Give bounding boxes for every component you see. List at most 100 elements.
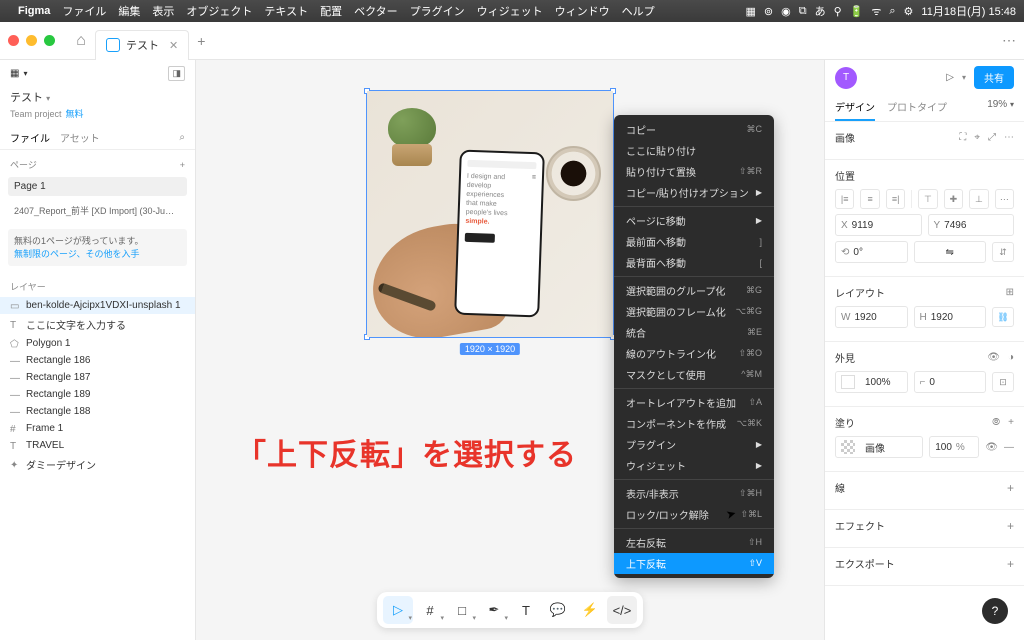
layer-item[interactable]: #Frame 1 bbox=[0, 420, 195, 437]
status-wifi-icon[interactable]: ᯤ bbox=[871, 4, 881, 19]
status-clock[interactable]: 11月18日(月) 15:48 bbox=[921, 3, 1016, 19]
style-icon[interactable]: ⦾ bbox=[992, 417, 1000, 428]
zoom-window-icon[interactable] bbox=[44, 35, 55, 46]
menu-arrange[interactable]: 配置 bbox=[320, 3, 342, 19]
fill-opacity[interactable]: 100% bbox=[929, 436, 979, 458]
file-menu-icon[interactable]: ▦ ▾ bbox=[10, 68, 27, 79]
actions-tool[interactable]: ⚡ bbox=[575, 596, 605, 624]
context-menu-item[interactable]: 最背面へ移動[ bbox=[614, 252, 774, 273]
panel-toggle-icon[interactable]: ◨ bbox=[168, 66, 185, 81]
file-tab[interactable]: テスト ✕ bbox=[95, 30, 189, 60]
minimize-window-icon[interactable] bbox=[26, 35, 37, 46]
fill-visibility-icon[interactable]: 👁 bbox=[985, 442, 998, 453]
layer-item[interactable]: ▭ben-kolde-Ajcipx1VDXI-unsplash 1 bbox=[0, 297, 195, 314]
present-dropdown[interactable]: ▾ bbox=[962, 73, 966, 82]
tab-design[interactable]: デザイン bbox=[835, 99, 875, 121]
menu-file[interactable]: ファイル bbox=[62, 3, 106, 19]
layer-item[interactable]: TTRAVEL bbox=[0, 437, 195, 454]
app-name[interactable]: Figma bbox=[18, 5, 50, 17]
share-button[interactable]: 共有 bbox=[974, 66, 1014, 89]
page-item[interactable]: Page 1 bbox=[8, 177, 187, 196]
team-name[interactable]: Team project bbox=[10, 109, 62, 119]
align-top-button[interactable]: ⊤ bbox=[918, 189, 937, 209]
menu-view[interactable]: 表示 bbox=[152, 3, 174, 19]
align-hcenter-button[interactable]: ≡ bbox=[860, 189, 879, 209]
status-search-icon[interactable]: ⌕ bbox=[889, 5, 895, 18]
target-icon[interactable]: ⌖ bbox=[974, 132, 980, 143]
context-menu-item[interactable]: 左右反転⇧H bbox=[614, 532, 774, 553]
window-controls[interactable] bbox=[8, 35, 55, 46]
close-tab-icon[interactable]: ✕ bbox=[169, 39, 178, 52]
layer-item[interactable]: Tここに文字を入力する bbox=[0, 314, 195, 335]
flip-h-button[interactable]: ⇋ bbox=[914, 241, 987, 263]
plan-badge[interactable]: 無料 bbox=[66, 109, 84, 119]
context-menu-item[interactable]: ロック/ロック解除⇧⌘L bbox=[614, 504, 774, 525]
corner-detail-icon[interactable]: ⊡ bbox=[992, 372, 1014, 392]
upgrade-link[interactable]: 無制限のページ、その他を入手 bbox=[14, 249, 140, 259]
new-tab-button[interactable]: + bbox=[197, 33, 205, 49]
status-headphones-icon[interactable]: ⊚ bbox=[764, 5, 773, 18]
add-stroke-button[interactable]: + bbox=[1007, 481, 1014, 495]
context-menu-item[interactable]: 統合⌘E bbox=[614, 322, 774, 343]
selection-bounds[interactable]: ≡ I design and develop experiences that … bbox=[366, 90, 614, 338]
zoom-level[interactable]: 19% ▾ bbox=[987, 99, 1014, 121]
context-menu-item[interactable]: コピー⌘C bbox=[614, 119, 774, 140]
menu-widget[interactable]: ウィジェット bbox=[477, 3, 543, 19]
status-bluetooth-icon[interactable]: ⚲ bbox=[834, 5, 842, 18]
page-item[interactable]: 2407_Report_前半 [XD Import] (30-Ju… bbox=[8, 200, 187, 221]
context-menu-item[interactable]: ページに移動▶ bbox=[614, 210, 774, 231]
opacity-input[interactable]: 100% bbox=[835, 371, 908, 393]
tab-assets[interactable]: アセット bbox=[60, 130, 100, 145]
add-page-button[interactable]: + bbox=[180, 160, 185, 170]
context-menu-item[interactable]: マスクとして使用^⌘M bbox=[614, 364, 774, 385]
constrain-icon[interactable]: ⛓ bbox=[992, 307, 1014, 327]
height-input[interactable]: H1920 bbox=[914, 306, 987, 328]
context-menu-item[interactable]: ウィジェット▶ bbox=[614, 455, 774, 476]
align-right-button[interactable]: ≡| bbox=[886, 189, 905, 209]
layer-item[interactable]: —Rectangle 187 bbox=[0, 369, 195, 386]
add-export-button[interactable]: + bbox=[1007, 557, 1014, 571]
context-menu-item[interactable]: オートレイアウトを追加⇧A bbox=[614, 392, 774, 413]
frame-tool[interactable]: #▾ bbox=[415, 596, 445, 624]
tab-file[interactable]: ファイル bbox=[10, 130, 50, 145]
selected-image[interactable]: ≡ I design and develop experiences that … bbox=[367, 91, 613, 337]
more-icon[interactable]: ⋯ bbox=[1004, 132, 1014, 143]
status-control-icon[interactable]: ⚙ bbox=[904, 5, 914, 18]
menu-object[interactable]: オブジェクト bbox=[186, 3, 252, 19]
context-menu[interactable]: コピー⌘Cここに貼り付け貼り付けて置換⇧⌘Rコピー/貼り付けオプション▶ページに… bbox=[614, 115, 774, 578]
user-avatar[interactable]: T bbox=[835, 67, 857, 89]
crop-icon[interactable]: ⛶ bbox=[959, 132, 966, 143]
status-battery-icon[interactable]: 🔋 bbox=[850, 5, 864, 18]
comment-tool[interactable]: 💬 bbox=[543, 596, 573, 624]
layer-item[interactable]: ✦ダミーデザイン bbox=[0, 454, 195, 475]
context-menu-item[interactable]: 線のアウトライン化⇧⌘O bbox=[614, 343, 774, 364]
layer-item[interactable]: —Rectangle 188 bbox=[0, 403, 195, 420]
home-icon[interactable]: ⌂ bbox=[67, 27, 95, 55]
context-menu-item[interactable]: 上下反転⇧V bbox=[614, 553, 774, 574]
close-window-icon[interactable] bbox=[8, 35, 19, 46]
tab-prototype[interactable]: プロトタイプ bbox=[887, 99, 947, 121]
layer-item[interactable]: —Rectangle 189 bbox=[0, 386, 195, 403]
status-figma-icon[interactable]: ▦ bbox=[745, 5, 755, 18]
status-line-icon[interactable]: ◉ bbox=[781, 5, 791, 18]
context-menu-item[interactable]: コンポーネントを作成⌥⌘K bbox=[614, 413, 774, 434]
fill-type[interactable]: 画像 bbox=[835, 436, 923, 458]
text-tool[interactable]: T bbox=[511, 596, 541, 624]
canvas[interactable]: ≡ I design and develop experiences that … bbox=[196, 60, 824, 640]
present-button[interactable]: ▷ bbox=[946, 72, 954, 83]
add-effect-button[interactable]: + bbox=[1007, 519, 1014, 533]
width-input[interactable]: W1920 bbox=[835, 306, 908, 328]
context-menu-item[interactable]: 選択範囲のグループ化⌘G bbox=[614, 280, 774, 301]
dev-mode-toggle[interactable]: </> bbox=[607, 596, 637, 624]
remove-fill-button[interactable]: — bbox=[1004, 442, 1014, 453]
context-menu-item[interactable]: ここに貼り付け bbox=[614, 140, 774, 161]
menu-edit[interactable]: 編集 bbox=[118, 3, 140, 19]
context-menu-item[interactable]: 選択範囲のフレーム化⌥⌘G bbox=[614, 301, 774, 322]
corner-radius-input[interactable]: ⌐0 bbox=[914, 371, 987, 393]
menu-help[interactable]: ヘルプ bbox=[622, 3, 655, 19]
help-button[interactable]: ? bbox=[982, 598, 1008, 624]
align-vcenter-button[interactable]: ✚ bbox=[944, 189, 963, 209]
menu-text[interactable]: テキスト bbox=[264, 3, 308, 19]
layer-item[interactable]: ⬠Polygon 1 bbox=[0, 335, 195, 352]
titlebar-more-icon[interactable]: ⋯ bbox=[1002, 32, 1016, 49]
